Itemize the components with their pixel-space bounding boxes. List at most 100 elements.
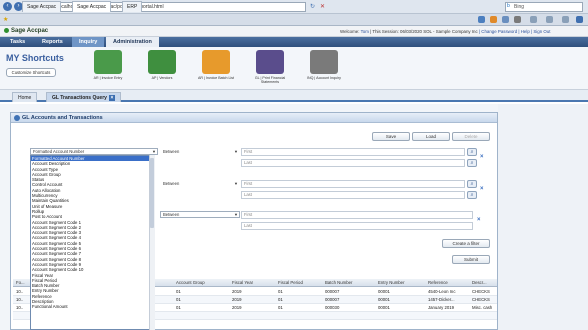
remove-filter-icon[interactable]: × bbox=[477, 216, 481, 224]
column-header[interactable]: Fiscal Year bbox=[232, 279, 253, 287]
filter-first-input-3[interactable]: First bbox=[241, 211, 473, 219]
session-value: 06/03/2020 SOL - Sample Company Inc bbox=[400, 29, 478, 34]
filter-op-value: Between bbox=[163, 181, 180, 186]
financial-statements-icon bbox=[256, 50, 284, 74]
column-header[interactable]: Fiscal Period bbox=[278, 279, 303, 287]
bing-icon: b bbox=[507, 3, 510, 9]
page-menu-icon[interactable] bbox=[530, 16, 537, 23]
user-link[interactable]: Tom bbox=[361, 29, 369, 34]
filter-field-select-1[interactable]: Formatted Account Number ▼ bbox=[30, 148, 158, 155]
back-icon[interactable]: ‹ bbox=[3, 2, 12, 11]
refresh-icon[interactable]: ↻ bbox=[310, 3, 315, 10]
column-header[interactable]: Account Group bbox=[176, 279, 205, 287]
table-cell: 01 bbox=[176, 297, 181, 302]
delete-button[interactable]: Delete bbox=[452, 132, 490, 141]
create-filter-button[interactable]: Create a filter bbox=[442, 239, 490, 248]
favorites-star-icon[interactable]: ★ bbox=[3, 16, 8, 23]
table-cell: 10.. bbox=[16, 305, 24, 310]
panel-collapse-icon[interactable] bbox=[14, 115, 20, 121]
search-icon[interactable]: ⌕ bbox=[467, 180, 477, 188]
app-logo: Sage Accpac bbox=[4, 27, 48, 36]
table-cell: January 2019 bbox=[428, 305, 455, 310]
close-icon[interactable]: × bbox=[108, 95, 115, 101]
browser-tab-3[interactable]: ERP bbox=[122, 1, 143, 12]
help-icon[interactable] bbox=[576, 16, 583, 23]
shortcut-label: INQ | Account Inquiry bbox=[307, 76, 341, 80]
right-column bbox=[498, 104, 588, 330]
filter-last-input-3[interactable]: Last bbox=[241, 222, 473, 230]
shortcut-label: AR | Invoice Batch List bbox=[197, 76, 235, 80]
nav-inquiry[interactable]: Inquiry bbox=[72, 37, 105, 47]
tab-home[interactable]: Home bbox=[12, 92, 38, 102]
table-cell: 1457-Dicker... bbox=[428, 297, 455, 302]
table-cell: 00001 bbox=[378, 297, 390, 302]
filter-op-select-1[interactable]: Between ▼ bbox=[160, 148, 240, 155]
browser-tab-2[interactable]: Sage Accpac bbox=[72, 1, 112, 12]
save-button[interactable]: Save bbox=[372, 132, 410, 141]
tools-menu-icon[interactable] bbox=[562, 16, 569, 23]
feeds-icon[interactable] bbox=[490, 16, 497, 23]
tab-gl-transactions-query[interactable]: GL Transactions Query × bbox=[46, 92, 121, 102]
sage-logo-icon bbox=[4, 27, 9, 33]
account-inquiry-icon bbox=[310, 50, 338, 74]
shortcut-ar-invoice-batch[interactable]: AR | Invoice Batch List bbox=[196, 50, 236, 80]
dropdown-option[interactable]: Functional Amount bbox=[31, 304, 153, 309]
table-cell: 000030 bbox=[325, 305, 340, 310]
filter-first-input-2[interactable]: First bbox=[241, 180, 465, 188]
filter-last-input-1[interactable]: Last bbox=[241, 159, 465, 167]
shortcut-inq-account[interactable]: INQ | Account Inquiry bbox=[304, 50, 344, 80]
filter-last-input-2[interactable]: Last bbox=[241, 191, 465, 199]
chevron-down-icon: ▼ bbox=[234, 212, 238, 217]
table-cell: 4540-Leon Inc bbox=[428, 289, 456, 294]
table-cell: 000007 bbox=[325, 297, 340, 302]
table-cell: 01 bbox=[278, 297, 283, 302]
search-icon[interactable]: ⌕ bbox=[467, 148, 477, 156]
search-icon[interactable]: ⌕ bbox=[467, 191, 477, 199]
mail-icon[interactable] bbox=[502, 16, 509, 23]
print-icon[interactable] bbox=[514, 16, 521, 23]
browser-tab-1[interactable]: Sage Accpac bbox=[22, 1, 62, 12]
dropdown-scrollbar-thumb[interactable] bbox=[150, 158, 154, 228]
safety-menu-icon[interactable] bbox=[546, 16, 553, 23]
column-header[interactable]: Fo... bbox=[16, 279, 25, 287]
shortcut-gl-financial-statements[interactable]: GL | Print Financial Statements bbox=[250, 50, 290, 84]
filter-first-input-1[interactable]: First bbox=[241, 148, 465, 156]
filter-op-select-3[interactable]: Between ▼ bbox=[160, 211, 240, 218]
chevron-down-icon: ▼ bbox=[234, 181, 238, 186]
column-header[interactable]: Descr... bbox=[472, 279, 487, 287]
shortcut-ap-vendors[interactable]: AP | Vendors bbox=[142, 50, 182, 80]
nav-tasks[interactable]: Tasks bbox=[3, 37, 32, 47]
filter-op-value: Between bbox=[163, 149, 180, 154]
remove-filter-icon[interactable]: × bbox=[480, 153, 484, 161]
column-header[interactable]: Reference bbox=[428, 279, 448, 287]
filter-op-select-2[interactable]: Between ▼ bbox=[160, 180, 240, 187]
shortcut-label: GL | Print Financial Statements bbox=[254, 76, 286, 84]
table-cell: 00001 bbox=[378, 289, 390, 294]
welcome-label: Welcome: bbox=[340, 29, 360, 34]
table-cell: 01 bbox=[278, 289, 283, 294]
invoice-entry-icon bbox=[94, 50, 122, 74]
nav-administration[interactable]: Administration bbox=[106, 37, 159, 47]
table-cell: Misc. cash bbox=[472, 305, 493, 310]
search-input[interactable]: Bing bbox=[505, 2, 583, 12]
load-button[interactable]: Load bbox=[412, 132, 450, 141]
shortcut-ar-invoice-entry[interactable]: AR | Invoice Entry bbox=[88, 50, 128, 80]
filter-op-value: Between bbox=[163, 212, 180, 217]
logo-text: Sage Accpac bbox=[11, 28, 49, 34]
column-header[interactable]: Batch Number bbox=[325, 279, 352, 287]
chevron-down-icon: ▼ bbox=[152, 149, 156, 154]
nav-reports[interactable]: Reports bbox=[35, 37, 70, 47]
stop-icon[interactable]: ✕ bbox=[320, 3, 325, 10]
column-header[interactable]: Entry Number bbox=[378, 279, 405, 287]
table-cell: 10.. bbox=[16, 289, 24, 294]
customize-shortcuts-button[interactable]: Customize Shortcuts bbox=[6, 68, 56, 77]
home-icon[interactable] bbox=[478, 16, 485, 23]
field-dropdown-list[interactable]: Formatted Account Number Account Descript… bbox=[30, 155, 154, 330]
remove-filter-icon[interactable]: × bbox=[480, 185, 484, 193]
submit-button[interactable]: Submit bbox=[452, 255, 490, 264]
search-icon[interactable]: ⌕ bbox=[467, 159, 477, 167]
table-cell: CHECKS bbox=[472, 297, 490, 302]
session-label: | This Session: bbox=[370, 29, 399, 34]
header-links[interactable]: | Change Password | Help | Sign Out bbox=[479, 29, 551, 34]
vendors-icon bbox=[148, 50, 176, 74]
